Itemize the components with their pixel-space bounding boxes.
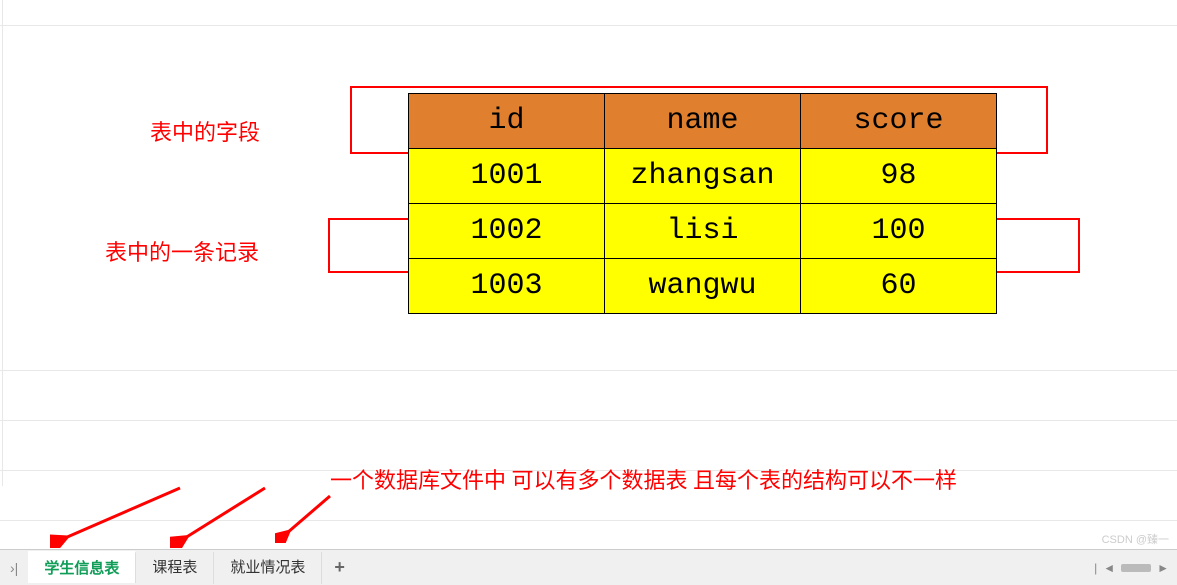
- table-row[interactable]: 1003 wangwu 60: [409, 259, 997, 314]
- table-row[interactable]: 1002 lisi 100: [409, 204, 997, 259]
- cell-name[interactable]: lisi: [605, 204, 801, 259]
- cell-score[interactable]: 100: [801, 204, 997, 259]
- annotation-multiple-tables: 一个数据库文件中 可以有多个数据表 且每个表的结构可以不一样: [330, 463, 957, 495]
- column-header-score[interactable]: score: [801, 94, 997, 149]
- data-table: id name score 1001 zhangsan 98 1002 lisi…: [408, 93, 997, 314]
- cell-id[interactable]: 1001: [409, 149, 605, 204]
- cell-name[interactable]: wangwu: [605, 259, 801, 314]
- annotation-record-row: 表中的一条记录: [105, 235, 259, 267]
- add-sheet-button[interactable]: +: [322, 557, 357, 578]
- scroll-right-icon[interactable]: ►: [1157, 561, 1169, 575]
- column-header-id[interactable]: id: [409, 94, 605, 149]
- tab-scroll-controls: | ◄ ►: [1094, 561, 1177, 575]
- scroll-left-icon[interactable]: ◄: [1103, 561, 1115, 575]
- annotation-header-fields: 表中的字段: [150, 115, 260, 147]
- cell-score[interactable]: 98: [801, 149, 997, 204]
- horizontal-scrollbar[interactable]: [1121, 564, 1151, 572]
- sheet-tab-bar: ›| 学生信息表 课程表 就业情况表 + | ◄ ►: [0, 549, 1177, 585]
- tab-nav-first-icon[interactable]: ›|: [0, 560, 28, 576]
- column-header-name[interactable]: name: [605, 94, 801, 149]
- cell-name[interactable]: zhangsan: [605, 149, 801, 204]
- sheet-tab-student-info[interactable]: 学生信息表: [28, 551, 136, 583]
- cell-score[interactable]: 60: [801, 259, 997, 314]
- table-header-row: id name score: [409, 94, 997, 149]
- sheet-tab-employment[interactable]: 就业情况表: [214, 552, 322, 584]
- table-row[interactable]: 1001 zhangsan 98: [409, 149, 997, 204]
- cell-id[interactable]: 1003: [409, 259, 605, 314]
- watermark: CSDN @臻一: [1102, 531, 1169, 547]
- sheet-tab-course[interactable]: 课程表: [136, 552, 214, 584]
- cell-id[interactable]: 1002: [409, 204, 605, 259]
- divider-icon: |: [1094, 561, 1097, 575]
